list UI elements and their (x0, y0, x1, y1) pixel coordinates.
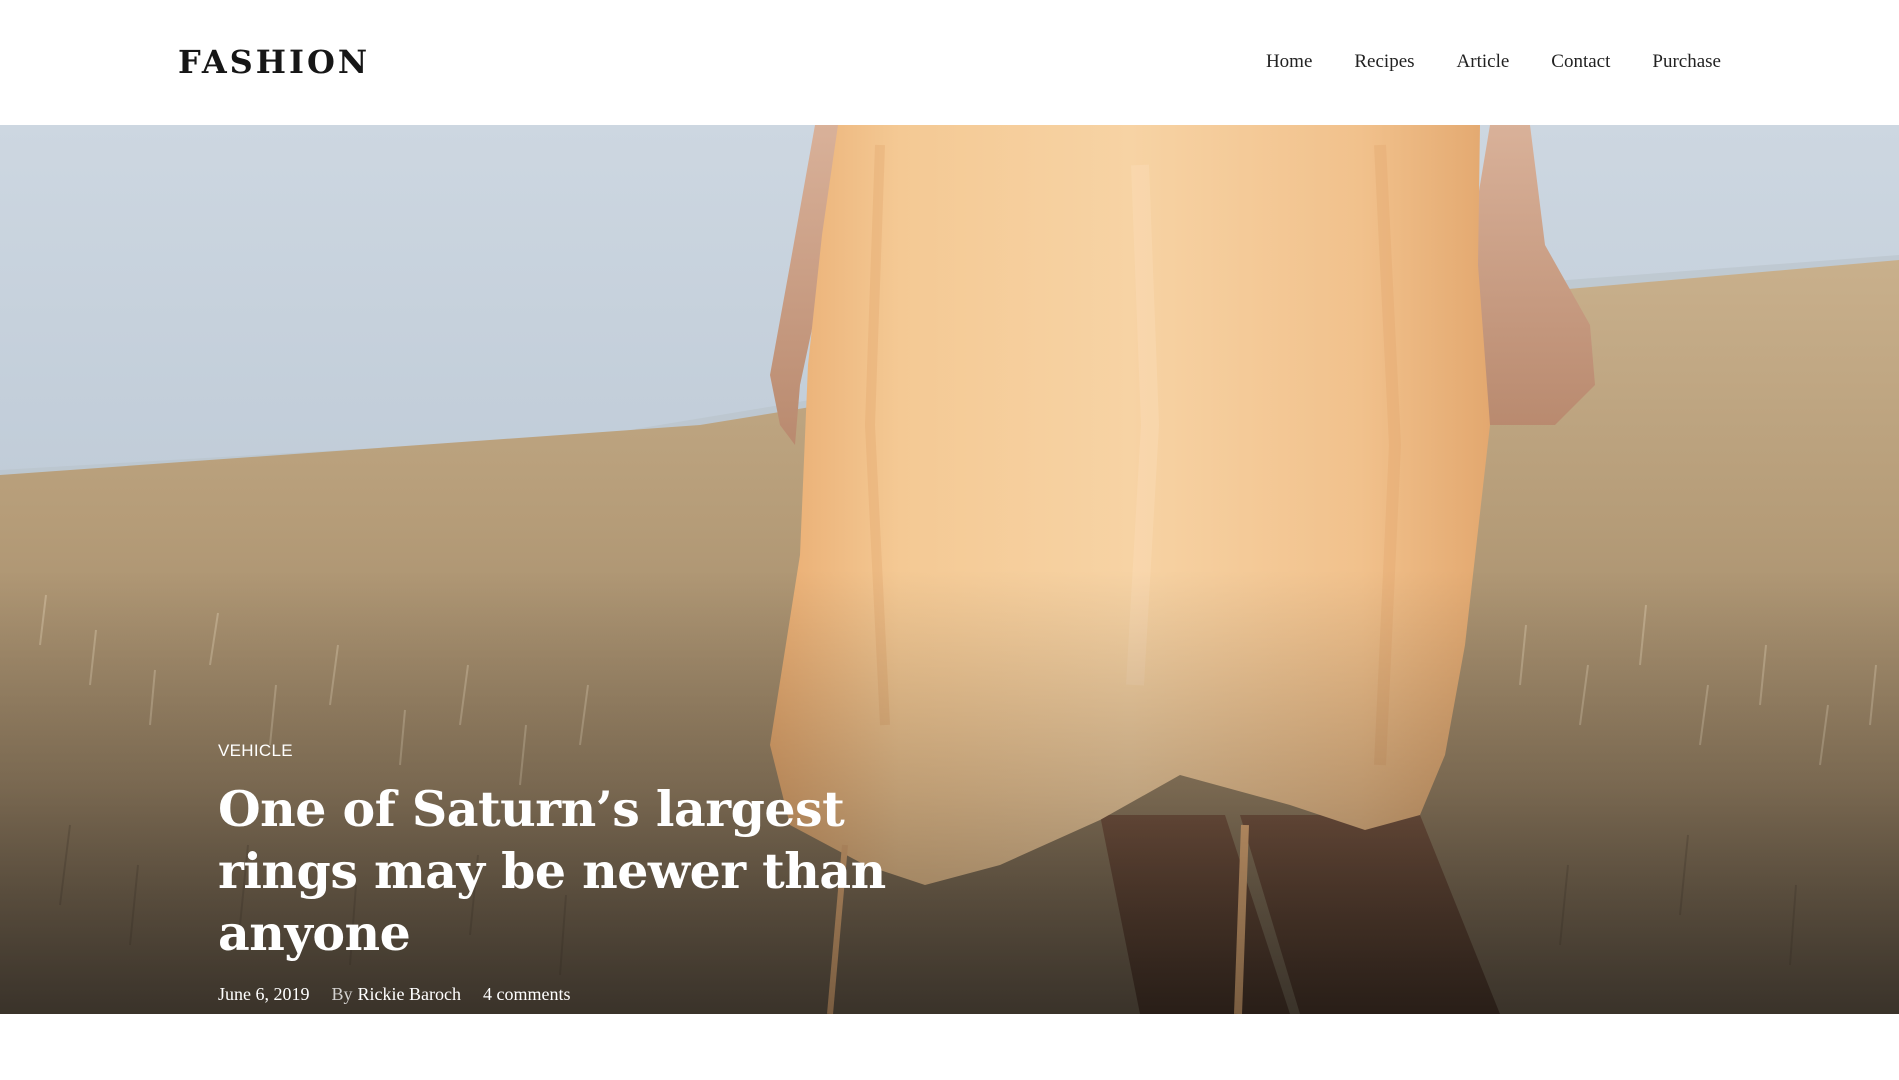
nav-item-recipes[interactable]: Recipes (1354, 48, 1414, 76)
nav-item-contact[interactable]: Contact (1551, 48, 1610, 76)
site-header: FASHION Home Recipes Article Contact Pur… (0, 0, 1899, 125)
site-logo[interactable]: FASHION (178, 42, 371, 82)
post-title-link[interactable]: One of Saturn’s largest rings may be new… (218, 780, 886, 962)
hero-post-card: Vehicle One of Saturn’s largest rings ma… (218, 740, 978, 1006)
post-title[interactable]: One of Saturn’s largest rings may be new… (218, 778, 958, 964)
nav-item-article[interactable]: Article (1457, 48, 1510, 76)
post-by-label: By (331, 984, 353, 1004)
post-category-link[interactable]: Vehicle (218, 740, 293, 762)
hero-banner: Vehicle One of Saturn’s largest rings ma… (0, 125, 1899, 1014)
post-date: June 6, 2019 (218, 984, 310, 1004)
post-meta: June 6, 2019 By Rickie Baroch 4 comments (218, 982, 978, 1006)
nav-item-home[interactable]: Home (1266, 48, 1312, 76)
nav-item-purchase[interactable]: Purchase (1652, 48, 1721, 76)
main-nav: Home Recipes Article Contact Purchase (1266, 48, 1721, 76)
post-author-link[interactable]: Rickie Baroch (358, 982, 461, 1006)
post-comments-link[interactable]: 4 comments (483, 982, 571, 1006)
